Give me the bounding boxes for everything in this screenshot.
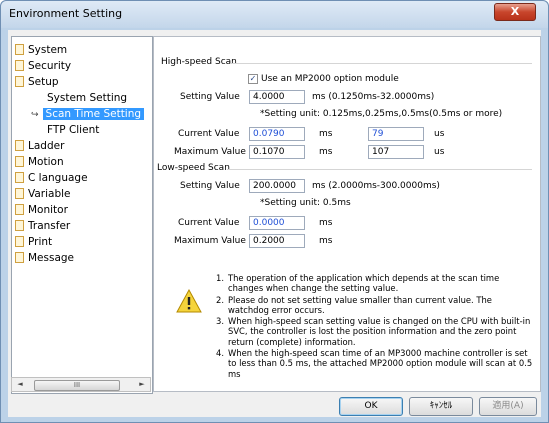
low-speed-setting-unit-note: *Setting unit: 0.5ms	[260, 198, 351, 208]
tree-item-scan-time-setting[interactable]: ↪ Scan Time Setting	[31, 106, 145, 122]
low-speed-scan-title: Low-speed Scan	[157, 163, 230, 173]
tree-item-label: Variable	[28, 188, 71, 200]
tree-item-label: System Setting	[47, 92, 128, 104]
note-item: 4. When the high-speed scan time of an MP…	[216, 348, 533, 379]
unit-us: us	[434, 129, 445, 139]
tree-item-label: FTP Client	[47, 124, 100, 136]
tree-horizontal-scrollbar[interactable]: ◄ III ►	[11, 377, 151, 392]
tree-item-c-language[interactable]: C language	[15, 170, 88, 186]
page-icon	[15, 155, 24, 167]
unit-us: us	[434, 147, 445, 157]
page-icon	[15, 235, 24, 247]
high-speed-maximum-us-field: 107	[368, 145, 424, 159]
tree-item-label: Security	[28, 60, 72, 72]
return-arrow-icon: ↪	[31, 110, 39, 120]
high-speed-current-us-field: 79	[368, 127, 424, 141]
environment-setting-window: Environment Setting X System Security Se…	[0, 0, 549, 423]
note-item: 2. Please do not set setting value smalle…	[216, 294, 492, 315]
low-speed-current-ms-field: 0.0000	[249, 216, 305, 230]
unit-ms: ms	[319, 129, 333, 139]
apply-button[interactable]: 適用(A)	[479, 397, 537, 416]
unit-ms: ms	[319, 147, 333, 157]
low-speed-setting-range: ms (2.0000ms-300.0000ms)	[312, 181, 440, 191]
high-speed-maximum-label: Maximum Value	[174, 147, 246, 157]
tree-item-label: Motion	[28, 156, 64, 168]
cancel-button[interactable]: ｷｬﾝｾﾙ	[409, 397, 473, 416]
tree-item-system-setting[interactable]: System Setting	[47, 90, 127, 106]
tree-item-transfer[interactable]: Transfer	[15, 218, 70, 234]
page-icon	[15, 171, 24, 183]
low-speed-setting-label: Setting Value	[180, 181, 240, 191]
tree-item-variable[interactable]: Variable	[15, 186, 71, 202]
tree-item-label: Message	[28, 252, 75, 264]
low-speed-current-label: Current Value	[178, 218, 240, 228]
section-divider	[227, 169, 532, 170]
page-icon	[15, 251, 24, 263]
tree-item-label: Print	[28, 236, 53, 248]
high-speed-scan-title: High-speed Scan	[161, 57, 237, 67]
use-mp2000-option-label: Use an MP2000 option module	[261, 74, 399, 84]
title-bar[interactable]: Environment Setting X	[1, 1, 548, 28]
close-button[interactable]: X	[494, 3, 536, 21]
high-speed-setting-range: ms (0.1250ms-32.0000ms)	[312, 92, 435, 102]
tree-item-ftp-client[interactable]: FTP Client	[47, 122, 99, 138]
warning-icon	[176, 289, 202, 313]
scan-time-settings-panel: High-speed Scan ✓ Use an MP2000 option m…	[153, 36, 541, 392]
tree-item-security[interactable]: Security	[15, 58, 71, 74]
high-speed-current-label: Current Value	[178, 129, 240, 139]
dialog-client-area: System Security Setup System Setting ↪ Sc…	[8, 30, 541, 417]
tree-item-monitor[interactable]: Monitor	[15, 202, 68, 218]
high-speed-setting-input[interactable]: 4.0000	[249, 90, 305, 104]
window-title: Environment Setting	[9, 7, 123, 20]
tree-item-message[interactable]: Message	[15, 250, 74, 266]
notes-list: 1. The operation of the application which…	[216, 273, 534, 380]
tree-item-label: C language	[28, 172, 88, 184]
page-icon	[15, 219, 24, 231]
tree-item-setup[interactable]: Setup	[15, 74, 59, 90]
page-icon	[15, 59, 24, 71]
page-icon	[15, 43, 24, 55]
section-divider	[230, 63, 532, 64]
low-speed-setting-input[interactable]: 200.0000	[249, 179, 305, 193]
unit-ms: ms	[319, 218, 333, 228]
page-icon	[15, 203, 24, 215]
note-item: 1. The operation of the application which…	[216, 273, 500, 294]
tree-item-ladder[interactable]: Ladder	[15, 138, 64, 154]
ok-button[interactable]: OK	[339, 397, 403, 416]
tree-item-label: System	[28, 44, 68, 56]
high-speed-setting-unit-note: *Setting unit: 0.125ms,0.25ms,0.5ms(0.5m…	[260, 109, 503, 119]
tree-item-print[interactable]: Print	[15, 234, 52, 250]
scroll-left-arrow-icon[interactable]: ◄	[13, 378, 27, 391]
note-item: 3. When high-speed scan setting value is …	[216, 316, 531, 347]
unit-ms: ms	[319, 236, 333, 246]
high-speed-current-ms-field: 0.0790	[249, 127, 305, 141]
tree-item-motion[interactable]: Motion	[15, 154, 64, 170]
tree-item-label: Scan Time Setting	[42, 108, 145, 120]
high-speed-setting-label: Setting Value	[180, 92, 240, 102]
tree-item-label: Setup	[28, 76, 59, 88]
page-icon	[15, 75, 24, 87]
page-icon	[15, 139, 24, 151]
use-mp2000-option-checkbox[interactable]: ✓	[248, 74, 258, 84]
low-speed-maximum-ms-field: 0.2000	[249, 234, 305, 248]
settings-tree[interactable]: System Security Setup System Setting ↪ Sc…	[11, 36, 153, 394]
tree-item-label: Ladder	[28, 140, 65, 152]
scroll-right-arrow-icon[interactable]: ►	[135, 378, 149, 391]
tree-item-label: Monitor	[28, 204, 68, 216]
high-speed-maximum-ms-field: 0.1070	[249, 145, 305, 159]
tree-item-system[interactable]: System	[15, 42, 67, 58]
scrollbar-thumb[interactable]: III	[34, 380, 120, 391]
low-speed-maximum-label: Maximum Value	[174, 236, 246, 246]
page-icon	[15, 187, 24, 199]
tree-item-label: Transfer	[28, 220, 71, 232]
